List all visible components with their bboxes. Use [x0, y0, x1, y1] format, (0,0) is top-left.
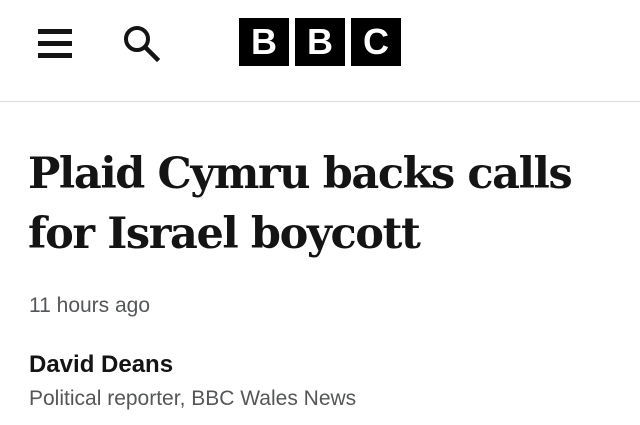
menu-button[interactable] [38, 27, 78, 61]
article-timestamp: 11 hours ago [29, 294, 151, 317]
bbc-logo[interactable]: B B C [239, 18, 401, 66]
logo-letter-b1: B [239, 18, 289, 66]
search-button[interactable] [120, 22, 162, 64]
hamburger-menu-icon [38, 29, 72, 58]
logo-letter-b2: B [295, 18, 345, 66]
author-role: Political reporter, BBC Wales News [29, 387, 357, 410]
site-header: B B C [0, 0, 640, 102]
author-name: David Deans [29, 351, 174, 378]
logo-letter-c: C [351, 18, 401, 66]
search-icon [124, 26, 161, 63]
article-headline: Plaid Cymru backs calls for Israel boyco… [28, 149, 573, 259]
